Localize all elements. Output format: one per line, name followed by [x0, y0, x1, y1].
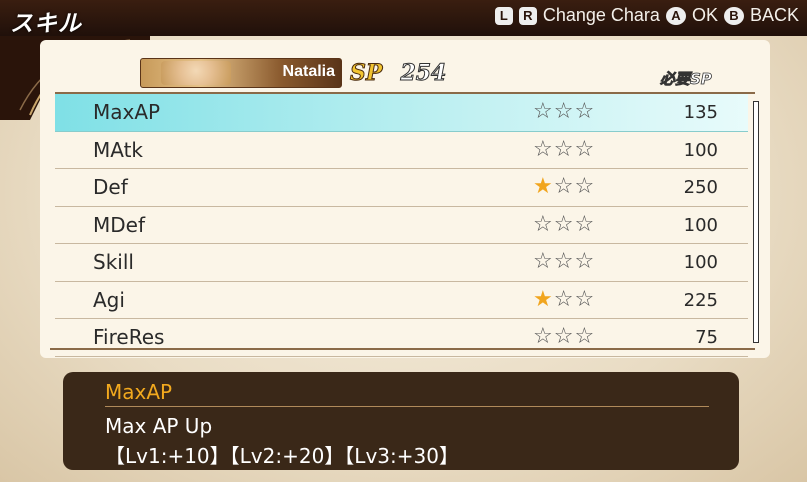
scrollbar[interactable] — [753, 101, 759, 343]
screen-title: スキル — [10, 11, 82, 37]
a-button-icon[interactable]: A — [665, 6, 686, 25]
skill-cost: 75 — [695, 327, 718, 348]
skill-row[interactable]: MaxAP ☆☆☆ 135 — [55, 94, 748, 132]
skill-cost: 100 — [683, 139, 718, 161]
r-button-icon[interactable]: R — [518, 6, 537, 25]
star-filled-icon: ★ — [533, 286, 554, 312]
character-face-icon — [161, 61, 231, 85]
star-icon: ☆ — [553, 249, 575, 274]
star-rating: ☆☆☆ — [533, 99, 595, 124]
sp-value: 254 — [400, 60, 447, 87]
star-rating: ☆☆☆ — [533, 212, 595, 237]
star-icon: ☆ — [533, 99, 554, 124]
skill-name: MDef — [93, 212, 146, 237]
star-icon: ☆ — [553, 99, 575, 124]
skill-name: Skill — [93, 250, 134, 274]
skill-row[interactable]: Skill ☆☆☆ 100 — [55, 244, 748, 282]
skill-row[interactable]: FireRes ☆☆☆ 75 — [55, 319, 748, 357]
star-icon: ☆ — [574, 174, 596, 199]
star-icon: ☆ — [553, 286, 575, 312]
star-icon: ☆ — [553, 324, 575, 349]
star-icon: ☆ — [574, 136, 596, 162]
star-icon: ☆ — [574, 249, 596, 274]
skill-cost: 225 — [683, 289, 718, 311]
skill-cost: 100 — [683, 214, 718, 236]
skill-row[interactable]: Agi ★☆☆ 225 — [55, 282, 748, 319]
skill-name: Agi — [93, 287, 125, 312]
star-icon: ☆ — [574, 99, 596, 124]
skill-row[interactable]: Def ★☆☆ 250 — [55, 169, 748, 207]
star-rating: ☆☆☆ — [533, 324, 595, 349]
skill-row[interactable]: MDef ☆☆☆ 100 — [55, 207, 748, 244]
description-line-2: 【Lv1:+10】【Lv2:+20】【Lv3:+30】 — [105, 444, 459, 468]
star-icon: ☆ — [553, 174, 575, 199]
back-label: BACK — [749, 5, 799, 25]
skill-row[interactable]: MAtk ☆☆☆ 100 — [55, 132, 748, 169]
star-icon: ☆ — [574, 286, 596, 312]
star-icon: ☆ — [533, 249, 554, 274]
star-icon: ☆ — [574, 211, 596, 237]
star-filled-icon: ★ — [533, 174, 554, 199]
change-chara-label: Change Chara — [542, 5, 660, 25]
star-rating: ★☆☆ — [533, 287, 595, 312]
description-title: MaxAP — [105, 380, 173, 404]
star-rating: ★☆☆ — [533, 174, 595, 199]
skill-name: MAtk — [93, 137, 144, 162]
description-line-1: Max AP Up — [105, 414, 213, 438]
star-icon: ☆ — [533, 211, 554, 237]
star-icon: ☆ — [553, 136, 575, 162]
character-name: Natalia — [282, 63, 335, 80]
description-divider — [105, 406, 709, 407]
skill-name: Def — [93, 175, 128, 199]
sp-label: SP — [349, 60, 383, 87]
star-rating: ☆☆☆ — [533, 137, 595, 162]
description-box: MaxAP Max AP Up 【Lv1:+10】【Lv2:+20】【Lv3:+… — [63, 372, 739, 470]
character-header: Natalia SP 254 — [140, 58, 447, 88]
star-icon: ☆ — [533, 136, 554, 162]
control-hints: L R Change Chara A OK B BACK — [494, 5, 799, 26]
star-icon: ☆ — [553, 211, 575, 237]
skill-cost: 250 — [683, 177, 718, 198]
l-button-icon[interactable]: L — [494, 6, 513, 25]
skill-cost: 100 — [683, 252, 718, 273]
skill-name: FireRes — [93, 325, 165, 349]
skill-cost: 135 — [683, 102, 718, 123]
star-icon: ☆ — [533, 324, 554, 349]
required-sp-label: 必要SP — [660, 70, 713, 89]
b-button-icon[interactable]: B — [723, 6, 744, 25]
star-rating: ☆☆☆ — [533, 249, 595, 274]
skill-name: MaxAP — [93, 100, 161, 124]
skill-list: MaxAP ☆☆☆ 135 MAtk ☆☆☆ 100 Def ★☆☆ 250 M… — [55, 94, 748, 357]
star-icon: ☆ — [574, 324, 596, 349]
character-portrait: Natalia — [140, 58, 342, 88]
ok-label: OK — [691, 5, 718, 25]
